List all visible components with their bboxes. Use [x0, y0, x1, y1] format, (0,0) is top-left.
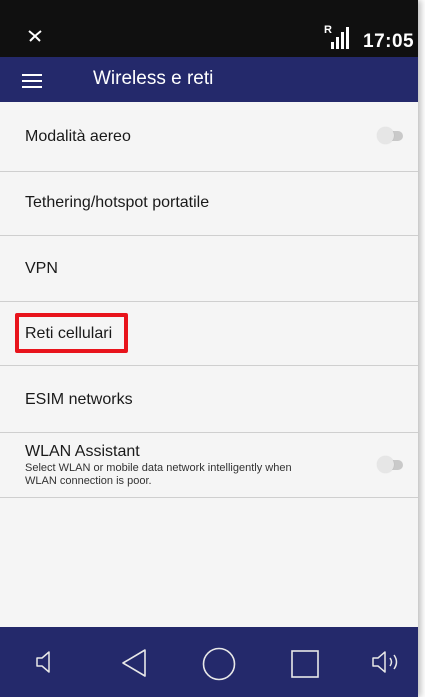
home-icon[interactable] — [201, 646, 237, 682]
setting-esim-networks[interactable]: ESIM networks — [0, 366, 418, 433]
hamburger-menu-icon[interactable] — [22, 74, 42, 88]
page-title: Wireless e reti — [93, 68, 214, 89]
setting-label: Tethering/hotspot portatile — [25, 194, 210, 211]
setting-label: Modalità aereo — [25, 128, 131, 145]
volume-up-icon[interactable] — [370, 648, 404, 676]
app-bar: Wireless e reti — [0, 57, 418, 102]
status-bar: R 17:05 — [0, 0, 418, 57]
setting-airplane-mode[interactable]: Modalità aereo — [0, 102, 418, 172]
setting-description: Select WLAN or mobile data network intel… — [25, 462, 292, 487]
volume-down-icon[interactable] — [34, 649, 60, 675]
back-icon[interactable] — [118, 647, 150, 679]
setting-tethering[interactable]: Tethering/hotspot portatile — [0, 172, 418, 236]
roaming-indicator: R — [324, 24, 332, 36]
recents-icon[interactable] — [290, 649, 320, 679]
airplane-mode-toggle[interactable] — [375, 126, 405, 146]
setting-wlan-assistant[interactable]: WLAN Assistant Select WLAN or mobile dat… — [0, 433, 418, 498]
wlan-assistant-toggle[interactable] — [375, 455, 405, 475]
setting-vpn[interactable]: VPN — [0, 236, 418, 302]
setting-label: VPN — [25, 260, 58, 277]
notification-muted-icon — [28, 30, 42, 42]
navigation-bar — [0, 627, 418, 697]
setting-label: WLAN Assistant — [25, 443, 140, 460]
highlight-box — [15, 313, 128, 353]
phone-screen: R 17:05 Wireless e reti Modalità aereo T… — [0, 0, 418, 697]
setting-label: ESIM networks — [25, 391, 133, 408]
status-time: 17:05 — [363, 31, 415, 52]
